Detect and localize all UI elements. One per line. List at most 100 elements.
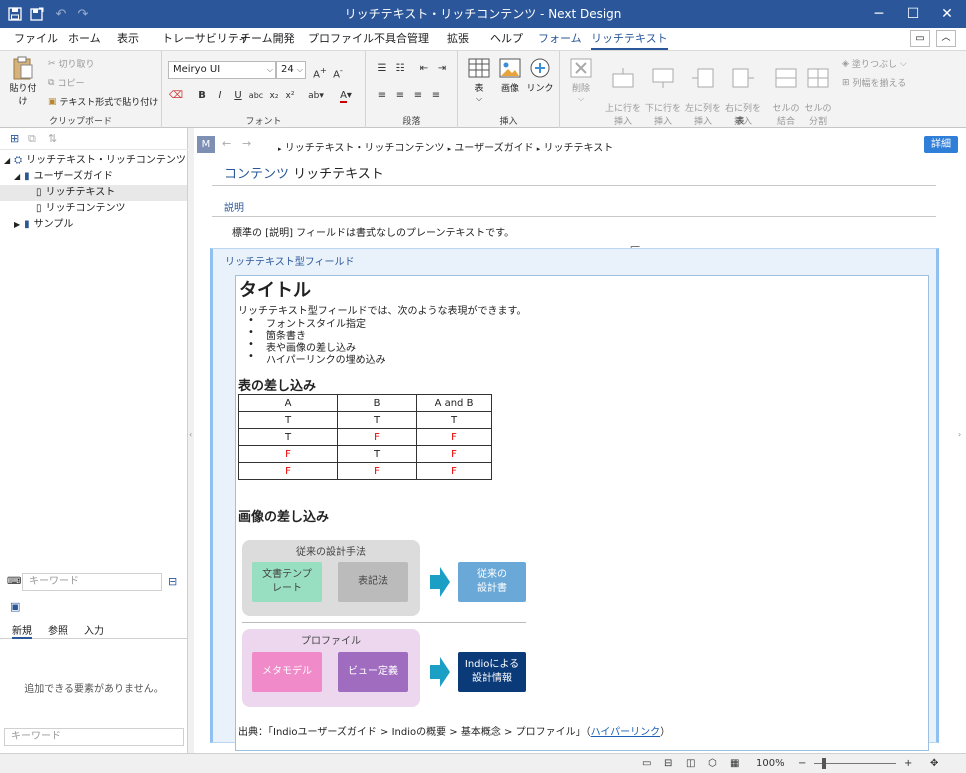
fit-screen-icon[interactable]: ✥ <box>930 756 938 772</box>
link-icon <box>528 57 552 79</box>
highlight-icon[interactable]: ab▾ <box>304 88 328 104</box>
cut-button[interactable]: ✂ 切り取り <box>48 57 95 71</box>
detail-button[interactable]: 詳細 <box>924 136 958 153</box>
filter-icon[interactable]: ⊟ <box>168 575 177 588</box>
tab-richtext[interactable]: リッチテキスト <box>591 28 668 50</box>
tree-search-input[interactable]: キーワード <box>22 573 162 591</box>
justify-icon[interactable]: ≡ <box>428 88 444 104</box>
insert-image-button[interactable]: 画像 <box>496 57 524 94</box>
tab-input[interactable]: 入力 <box>84 622 104 637</box>
italic-icon[interactable]: I <box>212 88 228 104</box>
expand-icon[interactable]: ◢ <box>4 153 10 169</box>
numbered-list-icon[interactable]: ☷ <box>392 61 408 77</box>
insert-link-button[interactable]: リンク <box>526 57 554 94</box>
zoom-in-icon[interactable]: + <box>904 756 912 772</box>
outdent-icon[interactable]: ⇤ <box>416 61 432 77</box>
insert-table-button[interactable]: 表 ⌵ <box>464 57 494 104</box>
equal-width-button[interactable]: ⊞ 列幅を揃える <box>842 76 906 90</box>
save-icon[interactable] <box>4 4 26 24</box>
delete-button[interactable]: 削除 ⌵ <box>566 57 596 104</box>
copy-button[interactable]: ⧉ コピー <box>48 76 84 90</box>
arrow-right-icon <box>430 657 450 687</box>
bottom-search-input[interactable]: キーワード <box>4 728 184 746</box>
back-icon[interactable]: ← <box>222 137 231 150</box>
expand-icon[interactable]: ◢ <box>14 169 20 185</box>
arrow-right-icon <box>430 567 450 597</box>
tree-sort-icon[interactable]: ⇅ <box>48 132 57 145</box>
zoom-slider[interactable] <box>814 758 896 769</box>
font-size-select[interactable]: 24 ⌵ <box>276 61 306 79</box>
tree-view-icon[interactable]: ⊞ <box>10 132 19 145</box>
tab-view[interactable]: 表示 <box>117 28 139 50</box>
collapse-icon[interactable]: ▶ <box>14 217 20 233</box>
shrink-font-icon[interactable]: A- <box>330 62 346 80</box>
indent-icon[interactable]: ⇥ <box>434 61 450 77</box>
subscript-icon[interactable]: x₂ <box>266 88 282 104</box>
table-header-cell: B <box>337 394 417 412</box>
breadcrumb-item[interactable]: ユーザーズガイド <box>454 143 533 154</box>
tab-extension[interactable]: 拡張 <box>447 28 469 50</box>
paste-text-icon: ▣ <box>48 96 57 107</box>
close-button[interactable]: ✕ <box>930 0 964 28</box>
undo-icon[interactable]: ↶ <box>50 4 72 24</box>
tab-help[interactable]: ヘルプ <box>490 28 523 50</box>
font-family-select[interactable]: Meiryo UI ⌵ <box>168 61 276 79</box>
grid-icon[interactable]: ▦ <box>730 756 739 772</box>
breadcrumb-item[interactable]: リッチテキスト <box>544 143 614 154</box>
comment-icon[interactable]: ▭ <box>910 30 930 47</box>
table-group: 削除 ⌵ 上に行を 挿入 下に行を 挿入 左に列を 挿入 右に列を 挿入 セルの … <box>560 51 920 129</box>
tree-node-users-guide[interactable]: ◢ ▮ ユーザーズガイド <box>14 169 113 185</box>
paste-text-button[interactable]: ▣ テキスト形式で貼り付け <box>48 95 158 109</box>
grow-font-icon[interactable]: A+ <box>312 62 328 80</box>
save-as-icon[interactable] <box>26 4 48 24</box>
redo-icon[interactable]: ↷ <box>72 4 94 24</box>
tab-reference[interactable]: 参照 <box>48 622 68 637</box>
tab-form[interactable]: フォーム <box>538 28 582 50</box>
layout-single-icon[interactable]: ▭ <box>642 756 651 772</box>
tab-file[interactable]: ファイル <box>14 28 58 50</box>
rich-text-editor[interactable]: タイトル リッチテキスト型フィールドでは、次のような表現ができます。 フォントス… <box>235 275 929 751</box>
align-left-icon[interactable]: ≡ <box>374 88 390 104</box>
superscript-icon[interactable]: x² <box>282 88 298 104</box>
col-left-icon <box>691 67 715 89</box>
tree-node-richtext[interactable]: ▯ リッチテキスト <box>0 185 187 201</box>
maximize-button[interactable]: ☐ <box>896 0 930 28</box>
forward-icon[interactable]: → <box>242 137 251 150</box>
table-cell: F <box>416 428 492 446</box>
tab-new[interactable]: 新規 <box>12 622 32 639</box>
underline-icon[interactable]: U <box>230 88 246 104</box>
ribbon: 貼り付け ✂ 切り取り ⧉ コピー ▣ テキスト形式で貼り付け クリップボード Mei… <box>0 50 966 129</box>
font-color-icon[interactable]: A▾ <box>334 88 358 104</box>
box-metamodel: メタモデル <box>252 652 322 692</box>
tree-node-root[interactable]: ◢ ⛭ リッチテキスト・リッチコンテンツ <box>4 153 186 169</box>
paste-button[interactable]: 貼り付け <box>6 56 40 107</box>
layout-split-h-icon[interactable]: ⊟ <box>664 756 672 772</box>
zoom-out-icon[interactable]: − <box>798 756 806 772</box>
tab-home[interactable]: ホーム <box>68 28 101 50</box>
align-right-icon[interactable]: ≡ <box>410 88 426 104</box>
search-options-icon[interactable]: ⌨ <box>7 576 21 587</box>
strikethrough-icon[interactable]: abc <box>248 88 264 104</box>
table-header-cell: A <box>238 394 338 412</box>
tree-node-richcontents[interactable]: ▯ リッチコンテンツ <box>36 201 126 217</box>
bullet-list-icon[interactable]: ☰ <box>374 61 390 77</box>
table-cell: F <box>238 462 338 480</box>
clear-format-icon[interactable]: ⌫ <box>168 88 184 104</box>
hyperlink[interactable]: ハイパーリンク <box>591 727 661 738</box>
tree-add-icon[interactable]: ⧉ <box>28 132 36 146</box>
tab-team[interactable]: チーム開発 <box>240 28 295 50</box>
collapse-ribbon-icon[interactable]: ︿ <box>936 30 956 47</box>
bold-icon[interactable]: B <box>194 88 210 104</box>
view-mode-icon[interactable]: ⬡ <box>708 756 717 772</box>
tab-traceability[interactable]: トレーサビリティ <box>162 28 249 50</box>
layout-split-v-icon[interactable]: ◫ <box>686 756 695 772</box>
tab-profile[interactable]: プロファイル <box>308 28 374 50</box>
tab-defects[interactable]: 不具合管理 <box>374 28 429 50</box>
fill-button[interactable]: ◈ 塗りつぶし ⌵ <box>842 57 907 71</box>
minimize-button[interactable]: ─ <box>862 0 896 28</box>
tree-node-sample[interactable]: ▶ ▮ サンプル <box>14 217 73 233</box>
align-center-icon[interactable]: ≡ <box>392 88 408 104</box>
breadcrumb-item[interactable]: リッチテキスト・リッチコンテンツ <box>285 143 445 154</box>
right-panel-toggle-icon[interactable]: › <box>958 430 961 439</box>
description-text[interactable]: 標準の [説明] フィールドは書式なしのプレーンテキストです。 <box>232 224 514 239</box>
